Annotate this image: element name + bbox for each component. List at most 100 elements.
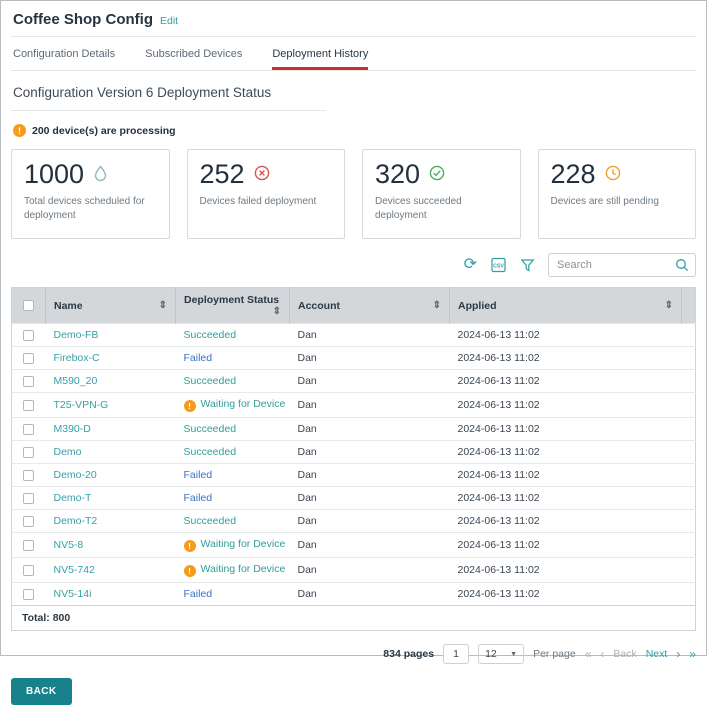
row-checkbox[interactable] <box>23 376 34 387</box>
applied-cell: 2024-06-13 11:02 <box>450 533 682 558</box>
applied-cell: 2024-06-13 11:02 <box>450 558 682 583</box>
applied-cell: 2024-06-13 11:02 <box>450 324 682 347</box>
next-page-label[interactable]: Next <box>646 648 668 660</box>
stat-card-pending: 228 Devices are still pending <box>538 149 697 239</box>
row-checkbox[interactable] <box>23 400 34 411</box>
device-name-link[interactable]: Demo-FB <box>54 329 99 341</box>
back-button[interactable]: BACK <box>11 678 72 705</box>
tab-configuration-details[interactable]: Configuration Details <box>13 48 115 70</box>
table-row: DemoSucceededDan2024-06-13 11:02 <box>12 441 696 464</box>
applied-cell: 2024-06-13 11:02 <box>450 510 682 533</box>
table-row: NV5-8!Waiting for DeviceDan2024-06-13 11… <box>12 533 696 558</box>
column-spacer <box>682 288 696 324</box>
deployment-status: Succeeded <box>184 446 237 458</box>
column-header-account[interactable]: Account⇕ <box>290 288 450 324</box>
deployment-status: Waiting for Device <box>201 538 286 550</box>
applied-cell: 2024-06-13 11:02 <box>450 464 682 487</box>
spacer-cell <box>682 558 696 583</box>
deployment-status: Succeeded <box>184 329 237 341</box>
row-checkbox[interactable] <box>23 330 34 341</box>
warning-icon: ! <box>184 540 196 552</box>
device-name-link[interactable]: NV5-14i <box>54 588 92 600</box>
deployment-status: Failed <box>184 469 213 481</box>
column-header-name[interactable]: Name⇕ <box>46 288 176 324</box>
row-checkbox[interactable] <box>23 516 34 527</box>
table-row: M390-DSucceededDan2024-06-13 11:02 <box>12 418 696 441</box>
column-header-status[interactable]: Deployment Status⇕ <box>176 288 290 324</box>
deployment-status: Failed <box>184 352 213 364</box>
table-row: Firebox-CFailedDan2024-06-13 11:02 <box>12 347 696 370</box>
device-name-link[interactable]: M590_20 <box>54 375 98 387</box>
chevron-down-icon: ▼ <box>510 651 517 658</box>
row-checkbox[interactable] <box>23 353 34 364</box>
spacer-cell <box>682 324 696 347</box>
row-checkbox[interactable] <box>23 565 34 576</box>
pages-count: 834 pages <box>383 648 434 660</box>
row-checkbox[interactable] <box>23 424 34 435</box>
sort-icon[interactable]: ⇕ <box>159 300 167 311</box>
device-name-link[interactable]: T25-VPN-G <box>54 399 109 411</box>
table-row: T25-VPN-G!Waiting for DeviceDan2024-06-1… <box>12 393 696 418</box>
total-row: Total: 800 <box>12 606 696 631</box>
device-name-link[interactable]: Firebox-C <box>54 352 100 364</box>
failed-circle-icon <box>254 165 270 186</box>
tab-deployment-history[interactable]: Deployment History <box>272 48 368 70</box>
sort-icon[interactable]: ⇕ <box>433 300 441 311</box>
page-number-input[interactable] <box>443 644 469 664</box>
table-row: Demo-T2SucceededDan2024-06-13 11:02 <box>12 510 696 533</box>
stat-succeeded-label: Devices succeeded deployment <box>375 195 500 223</box>
search-input[interactable] <box>548 253 696 277</box>
column-header-applied[interactable]: Applied⇕ <box>450 288 682 324</box>
first-page-icon[interactable]: « <box>585 647 592 661</box>
deployment-status: Succeeded <box>184 423 237 435</box>
svg-text:CSV: CSV <box>493 263 504 269</box>
select-all-checkbox[interactable] <box>23 300 34 311</box>
device-name-link[interactable]: Demo-20 <box>54 469 97 481</box>
table-header: Name⇕ Deployment Status⇕ Account⇕ Applie… <box>12 288 696 324</box>
stat-cards: 1000 Total devices scheduled for deploym… <box>11 149 696 239</box>
sort-icon[interactable]: ⇕ <box>665 300 673 311</box>
alert-warning-icon: ! <box>13 124 26 137</box>
row-checkbox[interactable] <box>23 447 34 458</box>
deployment-table: Name⇕ Deployment Status⇕ Account⇕ Applie… <box>11 287 696 631</box>
search-icon[interactable] <box>675 258 689 277</box>
device-name-link[interactable]: NV5-8 <box>54 539 84 551</box>
account-cell: Dan <box>290 347 450 370</box>
table-row: Demo-TFailedDan2024-06-13 11:02 <box>12 487 696 510</box>
device-name-link[interactable]: M390-D <box>54 423 91 435</box>
refresh-icon[interactable]: ⟳ <box>464 257 477 273</box>
stat-total-value: 1000 <box>24 160 84 188</box>
prev-page-icon[interactable]: ‹ <box>600 647 604 661</box>
stat-pending-label: Devices are still pending <box>551 195 676 209</box>
table-row: Demo-20 Failed Dan2024-06-13 11:02 <box>12 464 696 487</box>
row-checkbox[interactable] <box>23 493 34 504</box>
filter-icon[interactable] <box>520 258 535 273</box>
row-checkbox[interactable] <box>23 589 34 600</box>
deployment-status: Waiting for Device <box>201 398 286 410</box>
row-checkbox[interactable] <box>23 470 34 481</box>
sort-icon[interactable]: ⇕ <box>273 306 281 317</box>
csv-export-icon[interactable]: CSV <box>490 257 507 273</box>
tab-subscribed-devices[interactable]: Subscribed Devices <box>145 48 242 70</box>
applied-cell: 2024-06-13 11:02 <box>450 370 682 393</box>
row-checkbox[interactable] <box>23 540 34 551</box>
next-page-icon[interactable]: › <box>676 647 680 661</box>
last-page-icon[interactable]: » <box>689 647 696 661</box>
edit-link[interactable]: Edit <box>160 15 178 27</box>
stat-pending-value: 228 <box>551 160 596 188</box>
device-name-link[interactable]: NV5-742 <box>54 564 95 576</box>
success-circle-icon <box>429 165 445 186</box>
stat-failed-value: 252 <box>200 160 245 188</box>
table-row: NV5-742!Waiting for DeviceDan2024-06-13 … <box>12 558 696 583</box>
per-page-select[interactable]: 12 ▼ <box>478 644 524 664</box>
device-name-link[interactable]: Demo <box>54 446 82 458</box>
spacer-cell <box>682 583 696 606</box>
deployment-status: Succeeded <box>184 375 237 387</box>
account-cell: Dan <box>290 510 450 533</box>
device-name-link[interactable]: Demo-T <box>54 492 92 504</box>
deployment-status: Failed <box>184 492 213 504</box>
account-cell: Dan <box>290 464 450 487</box>
back-page-label[interactable]: Back <box>613 648 636 660</box>
device-name-link[interactable]: Demo-T2 <box>54 515 98 527</box>
table-row: NV5-14iFailedDan2024-06-13 11:02 <box>12 583 696 606</box>
